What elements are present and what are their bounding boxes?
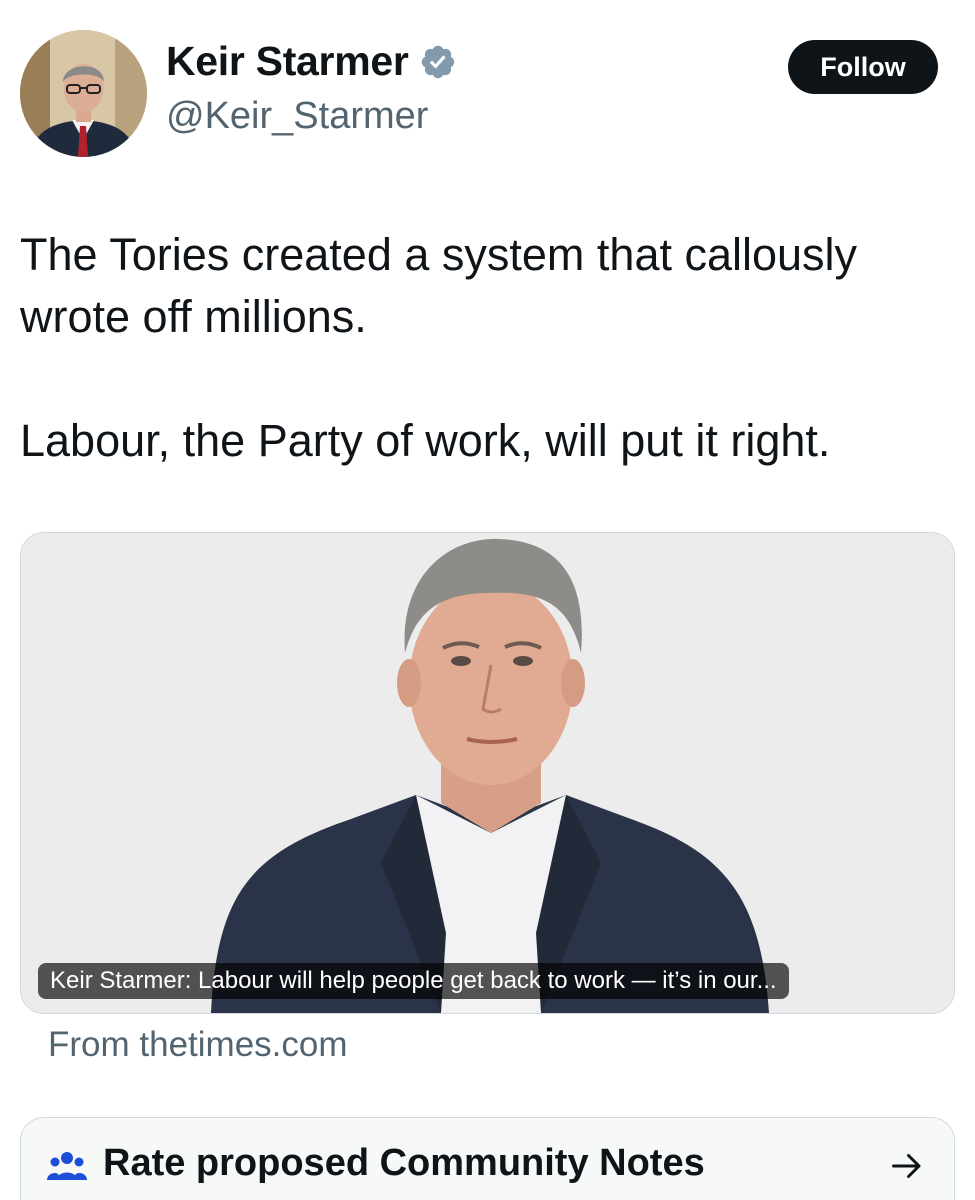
user-handle[interactable]: @Keir_Starmer (166, 95, 428, 138)
tweet-paragraph-2: Labour, the Party of work, will put it r… (20, 415, 831, 466)
display-name-text: Keir Starmer (166, 38, 409, 84)
arrow-right-icon[interactable] (889, 1148, 925, 1184)
display-name[interactable]: Keir Starmer (166, 38, 457, 85)
card-caption: Keir Starmer: Labour will help people ge… (38, 963, 789, 999)
community-notes-label: Rate proposed Community Notes (103, 1142, 705, 1184)
follow-button[interactable]: Follow (788, 40, 938, 94)
community-notes-banner[interactable]: Rate proposed Community Notes (20, 1117, 955, 1200)
card-source[interactable]: From thetimes.com (48, 1025, 348, 1065)
tweet-page: Keir Starmer @Keir_Starmer Follow The To… (0, 0, 975, 1200)
tweet-paragraph-1: The Tories created a system that callous… (20, 229, 858, 342)
tweet-text: The Tories created a system that callous… (20, 224, 955, 472)
verified-badge-icon (419, 43, 457, 81)
people-icon (47, 1150, 87, 1184)
article-image (21, 533, 954, 1013)
avatar[interactable] (20, 30, 147, 157)
link-card[interactable]: Keir Starmer: Labour will help people ge… (20, 532, 955, 1014)
